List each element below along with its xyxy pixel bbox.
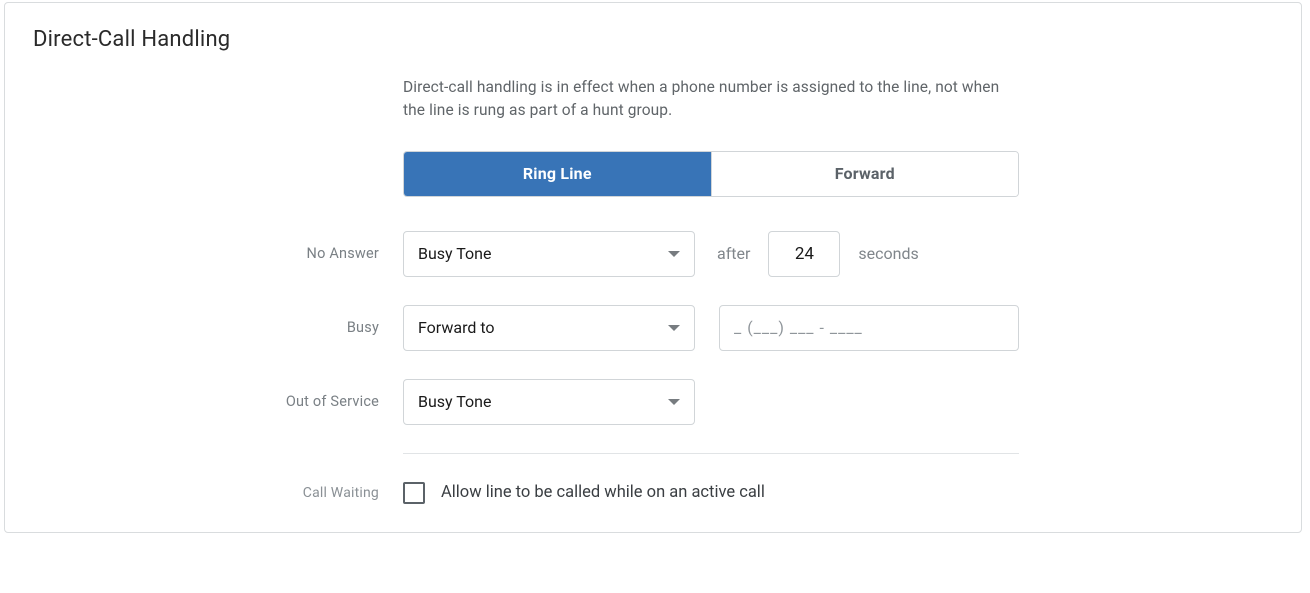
select-out-of-service[interactable]: Busy Tone — [403, 379, 695, 425]
content-column: Direct-call handling is in effect when a… — [403, 76, 1019, 504]
label-out-of-service: Out of Service — [286, 393, 379, 410]
label-seconds: seconds — [858, 244, 918, 263]
input-seconds[interactable] — [768, 231, 840, 277]
row-no-answer: No Answer Busy Tone after seconds — [403, 231, 1019, 277]
panel-description: Direct-call handling is in effect when a… — [403, 76, 1019, 123]
select-no-answer-value: Busy Tone — [418, 244, 492, 263]
row-out-of-service: Out of Service Busy Tone — [403, 379, 1019, 425]
select-out-of-service-value: Busy Tone — [418, 392, 492, 411]
select-busy-value: Forward to — [418, 318, 495, 337]
select-busy[interactable]: Forward to — [403, 305, 695, 351]
caret-down-icon — [668, 251, 680, 257]
direct-call-handling-panel: Direct-Call Handling Direct-call handlin… — [4, 2, 1302, 533]
label-after: after — [717, 244, 750, 263]
caret-down-icon — [668, 325, 680, 331]
checkbox-call-waiting[interactable] — [403, 482, 425, 504]
input-forward-phone[interactable]: _ (___) ___ - ____ — [719, 305, 1019, 351]
panel-title: Direct-Call Handling — [33, 27, 1273, 52]
label-call-waiting: Call Waiting — [303, 485, 379, 501]
phone-placeholder: _ (___) ___ - ____ — [734, 318, 863, 337]
select-no-answer[interactable]: Busy Tone — [403, 231, 695, 277]
checkbox-call-waiting-text: Allow line to be called while on an acti… — [441, 483, 765, 502]
tab-forward[interactable]: Forward — [712, 152, 1019, 196]
caret-down-icon — [668, 399, 680, 405]
mode-toggle-group: Ring Line Forward — [403, 151, 1019, 197]
row-call-waiting: Call Waiting Allow line to be called whi… — [403, 482, 1019, 504]
divider — [403, 453, 1019, 454]
tab-ring-line[interactable]: Ring Line — [404, 152, 712, 196]
row-busy: Busy Forward to _ (___) ___ - ____ — [403, 305, 1019, 351]
label-no-answer: No Answer — [307, 245, 379, 262]
label-busy: Busy — [347, 319, 379, 336]
